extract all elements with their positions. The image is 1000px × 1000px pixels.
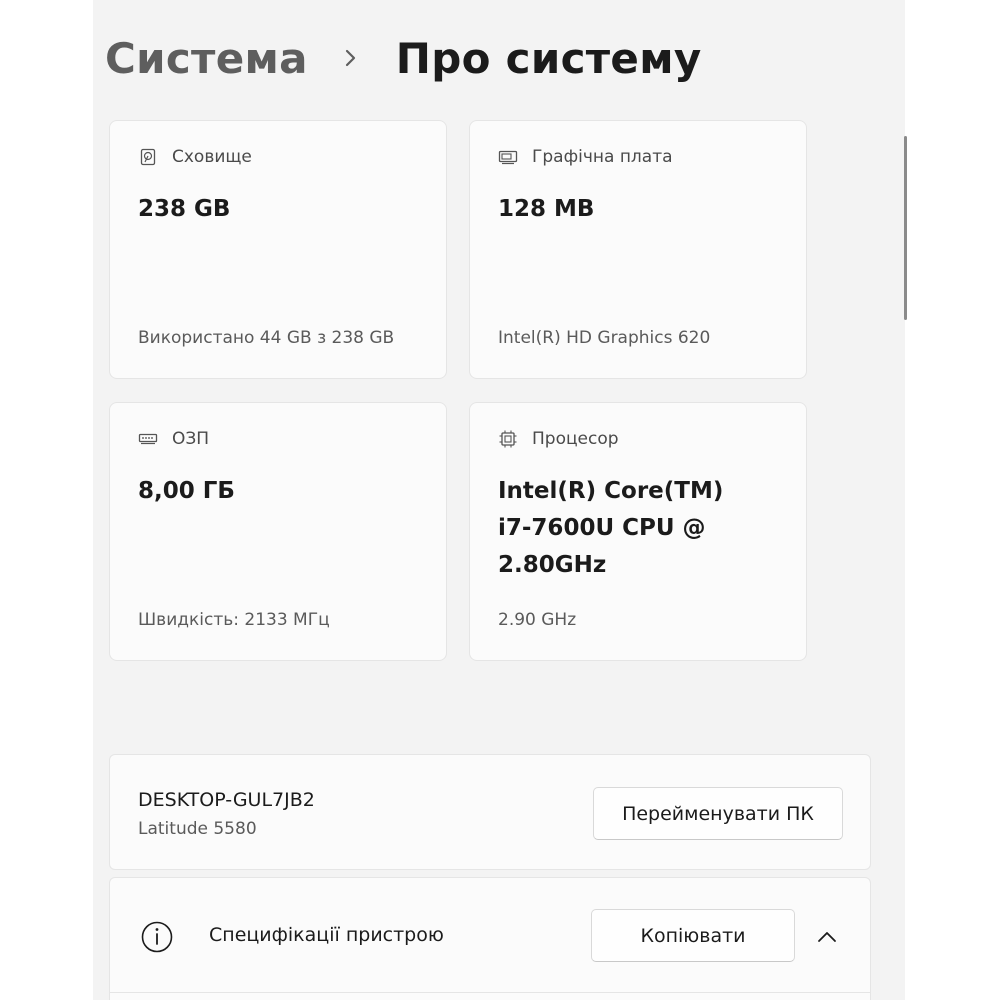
graphics-card-icon [498, 147, 518, 167]
breadcrumb-parent[interactable]: Система [105, 34, 308, 83]
graphics-value: 128 MB [498, 196, 595, 222]
processor-icon [498, 429, 518, 449]
copy-button[interactable]: Копіювати [591, 909, 795, 962]
rename-pc-button[interactable]: Перейменувати ПК [593, 787, 843, 840]
graphics-detail: Intel(R) HD Graphics 620 [498, 328, 711, 348]
processor-value: Intel(R) Core(TM) i7-7600U CPU @ 2.80GHz [498, 478, 724, 578]
ram-label: ОЗП [172, 429, 210, 449]
info-icon [140, 920, 174, 954]
storage-label: Сховище [172, 147, 252, 167]
processor-card: Процесор Intel(R) Core(TM) i7-7600U CPU … [469, 402, 807, 661]
ram-detail: Швидкість: 2133 МГц [138, 610, 330, 630]
chevron-right-icon [332, 43, 372, 73]
storage-card: Сховище 238 GB Використано 44 GB з 238 G… [109, 120, 447, 379]
ram-card: ОЗП 8,00 ГБ Швидкість: 2133 МГц [109, 402, 447, 661]
storage-detail: Використано 44 GB з 238 GB [138, 328, 395, 348]
processor-detail: 2.90 GHz [498, 610, 577, 630]
device-specs-title: Специфікації пристрою [209, 924, 444, 946]
ram-value: 8,00 ГБ [138, 478, 235, 504]
scrollbar-thumb[interactable] [904, 136, 907, 320]
processor-label: Процесор [532, 429, 619, 449]
breadcrumb: Система Про систему [105, 28, 702, 88]
graphics-label: Графічна плата [532, 147, 673, 167]
storage-value: 238 GB [138, 196, 231, 222]
chevron-up-icon[interactable] [810, 920, 844, 954]
divider [110, 992, 870, 993]
device-model: Latitude 5580 [138, 819, 257, 839]
device-name-row: DESKTOP-GUL7JB2 Latitude 5580 Перейменув… [109, 754, 871, 870]
settings-window: Система Про систему Сховище 238 GB Викор… [93, 0, 905, 1000]
hard-drive-icon [138, 147, 158, 167]
memory-icon [138, 429, 158, 449]
graphics-card: Графічна плата 128 MB Intel(R) HD Graphi… [469, 120, 807, 379]
device-name: DESKTOP-GUL7JB2 [138, 789, 315, 811]
device-specs-expander[interactable]: Специфікації пристрою Копіювати [109, 877, 871, 1000]
page-title: Про систему [395, 33, 702, 83]
